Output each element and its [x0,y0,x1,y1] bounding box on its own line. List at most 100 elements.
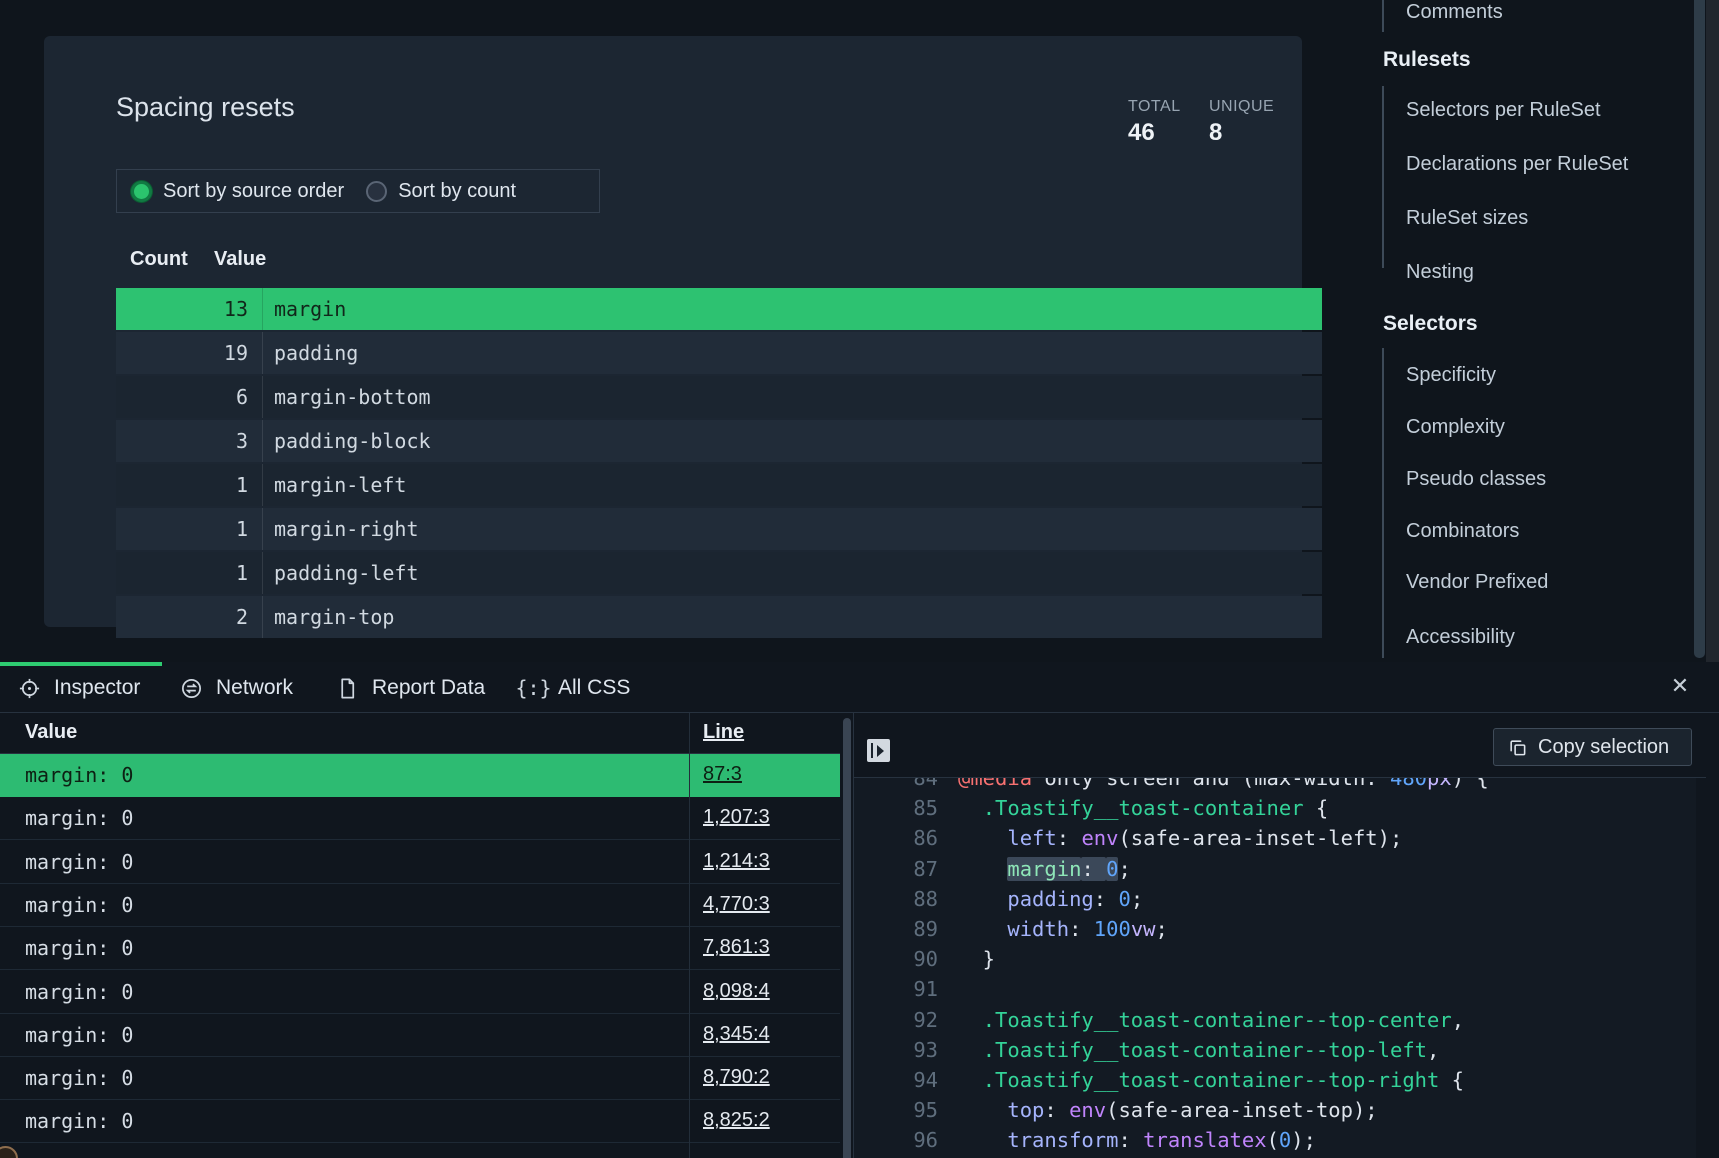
row-value: padding-block [263,429,431,453]
table-row[interactable]: 1margin-left [116,464,1322,506]
declaration-row[interactable]: margin: 0 8,098:4 [0,971,840,1014]
declaration-line-link[interactable]: 1,207:3 [703,806,770,829]
code-token: ; [1131,887,1143,911]
copy-selection-button[interactable]: Copy selection [1493,728,1692,766]
code-token: 100 [1094,917,1131,941]
copy-selection-label: Copy selection [1538,736,1669,759]
code-token: : [1118,1128,1143,1152]
sidebar-item-vendor-prefixed[interactable]: Vendor Prefixed [1406,571,1548,594]
tab-all-css[interactable]: {:}All CSS [522,672,630,704]
sort-option-selected[interactable]: Sort by source order [131,180,344,203]
tab-inspector[interactable]: Inspector [18,672,140,704]
declaration-line-link[interactable]: 8,345:4 [703,1023,770,1046]
table-row[interactable]: 1margin-right [116,508,1322,550]
column-divider [689,713,690,1158]
panel-toggle-icon[interactable] [867,739,890,762]
document-icon [336,677,359,700]
sidebar-item-selectors-per-ruleset[interactable]: Selectors per RuleSet [1406,99,1601,122]
sidebar-group-line [1382,86,1384,268]
code-line-text: .Toastify__toast-container--top-center, [958,1005,1464,1035]
declaration-row[interactable]: margin: 08,345:4 [0,1014,840,1057]
code-token: } [958,947,995,971]
declaration-row[interactable]: margin: 0 1,207:3 [0,797,840,840]
declaration-line-link[interactable]: 8,098:4 [703,980,770,1003]
tab-label: Network [216,676,293,700]
declaration-line-link[interactable]: 4,770:3 [703,893,770,916]
table-row[interactable]: 1padding-left [116,552,1322,594]
card-title: Spacing resets [116,92,295,123]
declaration-row[interactable]: margin: 04,770:3 [0,884,840,927]
code-line: 91 [854,974,1696,1004]
radio-icon [131,181,152,202]
declaration-line-link[interactable]: 8,825:2 [703,1109,770,1132]
declaration-line-link[interactable]: 1,214:3 [703,850,770,873]
code-line: 94 .Toastify__toast-container--top-right… [854,1065,1696,1095]
row-count: 2 [116,605,262,629]
declaration-value: margin: 0 [25,806,133,830]
sort-option-unselected[interactable]: Sort by count [366,180,516,203]
declaration-line-link[interactable]: 7,861:3 [703,936,770,959]
table-row[interactable]: 19padding [116,332,1322,374]
row-count: 1 [116,473,262,497]
code-line-text: .Toastify__toast-container--top-left, [958,1035,1439,1065]
code-token: px [1427,778,1452,790]
code-token: .Toastify__toast-container--top-left [983,1038,1427,1062]
code-token: .Toastify__toast-container--top-center [983,1008,1452,1032]
spacing-table: 13margin19padding6margin-bottom3padding-… [116,288,1322,640]
sidebar-item-complexity[interactable]: Complexity [1406,416,1505,439]
code-token: ; [1118,857,1130,881]
braces-icon: {:} [522,677,545,700]
declaration-row[interactable]: margin: 0 7,861:3 [0,927,840,970]
declaration-value: margin: 0 [25,1066,133,1090]
close-icon[interactable]: ✕ [1664,670,1696,702]
code-viewer[interactable]: 84@media only screen and (max-width: 480… [854,778,1696,1158]
sidebar-item-accessibility[interactable]: Accessibility [1406,626,1515,649]
code-line: 84@media only screen and (max-width: 480… [854,778,1696,793]
declaration-row[interactable]: margin: 087:3 [0,754,840,797]
sidebar-item-pseudo-classes[interactable]: Pseudo classes [1406,468,1546,491]
sidebar-item-combinators[interactable]: Combinators [1406,520,1519,543]
panel-toggle-bar [871,743,873,758]
code-line-number: 96 [854,1125,938,1155]
code-token: ; [1156,917,1168,941]
table-row[interactable]: 13margin [116,288,1322,330]
declarations-scrollbar-thumb[interactable] [843,718,851,1158]
declaration-value: margin: 0 [25,936,133,960]
line-column-header[interactable]: Line [703,721,744,744]
declaration-row[interactable]: margin: 0 8,790:2 [0,1057,840,1100]
sidebar-item-declarations-per-ruleset[interactable]: Declarations per RuleSet [1406,153,1628,176]
sidebar-scrollbar[interactable] [1694,0,1705,658]
code-line: 95 top: env(safe-area-inset-top); [854,1095,1696,1125]
code-token: : [1044,1098,1069,1122]
sort-option-label: Sort by count [398,180,516,203]
column-header-count: Count [130,248,188,271]
sidebar-item-nesting[interactable]: Nesting [1406,261,1474,284]
sidebar-item-specificity[interactable]: Specificity [1406,364,1496,387]
sidebar-item-comments[interactable]: Comments [1406,1,1503,24]
code-token: only screen and (max-width: [1032,778,1390,790]
tab-label: Inspector [54,676,140,700]
network-icon [180,677,203,700]
declaration-row[interactable]: margin: 01,214:3 [0,841,840,884]
code-line: 85 .Toastify__toast-container { [854,793,1696,823]
table-row[interactable]: 2margin-top [116,596,1322,638]
declaration-value: margin: 0 [25,980,133,1004]
declaration-line-link[interactable]: 8,790:2 [703,1066,770,1089]
stat-total: TOTAL 46 [1128,98,1181,147]
declaration-line-link[interactable]: 87:3 [703,763,742,786]
code-line-number: 89 [854,914,938,944]
code-line-number: 86 [854,823,938,853]
code-token: : [1069,917,1094,941]
code-token: transform [1007,1128,1118,1152]
table-row[interactable]: 3padding-block [116,420,1322,462]
row-count: 1 [116,517,262,541]
code-token: .Toastify__toast-container [983,796,1304,820]
sidebar-item-ruleset-sizes[interactable]: RuleSet sizes [1406,207,1528,230]
tab-report-data[interactable]: Report Data [336,672,485,704]
tab-network[interactable]: Network [180,672,293,704]
inspector-panel: InspectorNetworkReport Data{:}All CSS ✕ … [0,662,1719,1158]
declaration-row[interactable]: margin: 08,825:2 [0,1100,840,1143]
stat-unique-value: 8 [1209,119,1274,147]
table-row[interactable]: 6margin-bottom [116,376,1322,418]
code-token: 0 [1118,887,1130,911]
